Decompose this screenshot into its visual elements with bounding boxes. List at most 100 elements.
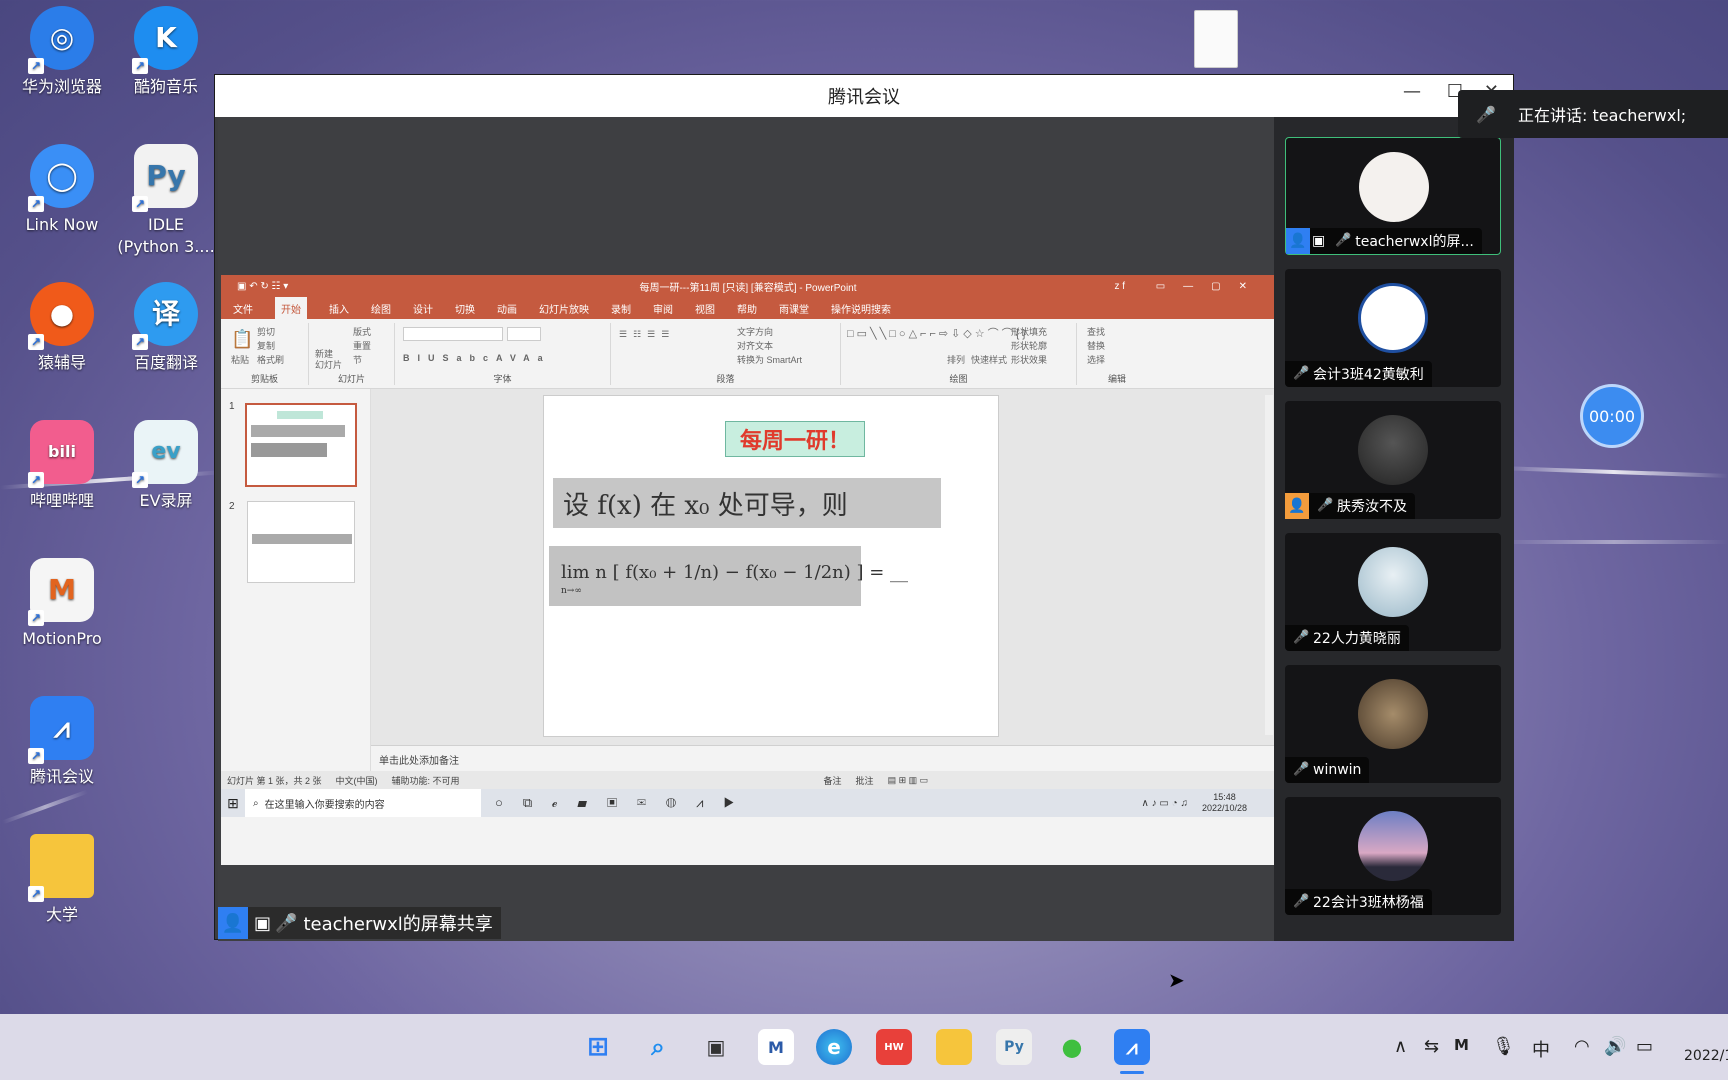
tab-transitions[interactable]: 切换 — [455, 301, 475, 316]
slide-thumbnail-1[interactable] — [245, 403, 357, 487]
tencent-meeting-taskbar-icon[interactable]: ⩘ — [1114, 1029, 1150, 1065]
save-icon[interactable]: ▣ ↶ ↻ ☷ ▾ — [237, 281, 288, 292]
notes-pane[interactable]: 单击此处添加备注 — [371, 745, 1275, 771]
format-painter-button[interactable]: 格式刷 — [257, 353, 284, 366]
desktop-icon-label: EV录屏 — [139, 491, 193, 510]
tray-mail-icon[interactable]: M — [1454, 1036, 1469, 1054]
shape-fill-button[interactable]: 形状填充 — [1011, 325, 1047, 338]
new-slide-button[interactable]: 新建 幻灯片 — [315, 349, 342, 371]
battery-icon[interactable]: ▭ — [1636, 1036, 1653, 1057]
tab-review[interactable]: 审阅 — [653, 301, 673, 316]
desktop-file-icon[interactable] — [1194, 10, 1238, 68]
participant-tile[interactable]: 👤 🎤 肤秀汝不及 — [1285, 401, 1501, 519]
notes-toggle[interactable]: 备注 — [824, 774, 842, 787]
shapes-gallery[interactable]: □▭╲╲□○△⌐⌐⇨⇩◇☆⌒⌒{} — [847, 327, 1026, 341]
tab-draw[interactable]: 绘图 — [371, 301, 391, 316]
desktop-icon-folder[interactable]: ↗ 大学 — [12, 834, 112, 926]
participant-tile[interactable]: 🎤 22会计3班林杨福 — [1285, 797, 1501, 915]
layout-button[interactable]: 版式 — [353, 325, 371, 338]
minimize-icon[interactable]: — — [1403, 81, 1421, 102]
paste-icon[interactable]: 📋 — [231, 329, 253, 350]
desktop-icon-idle[interactable]: Py ↗ IDLE (Python 3.... — [116, 144, 216, 258]
participant-tile[interactable]: 👤 ▣ 🎤 teacherwxl的屏... — [1285, 137, 1501, 255]
desktop-icon-link-now[interactable]: ◯ ↗ Link Now — [12, 144, 112, 236]
tab-animations[interactable]: 动画 — [497, 301, 517, 316]
tab-record[interactable]: 录制 — [611, 301, 631, 316]
ppt-user[interactable]: z f — [1114, 281, 1125, 292]
find-button[interactable]: 查找 — [1087, 325, 1105, 338]
desktop-icon-huawei-browser[interactable]: ◎ ↗ 华为浏览器 — [12, 6, 112, 98]
tab-rain-classroom[interactable]: 雨课堂 — [779, 301, 809, 316]
comments-toggle[interactable]: 批注 — [856, 774, 874, 787]
font-size-select[interactable] — [507, 327, 541, 341]
ppt-window-buttons[interactable]: ▭—▢✕ — [1156, 281, 1265, 292]
desktop-icon-ev[interactable]: ev ↗ EV录屏 — [116, 420, 216, 512]
desktop-icon-motionpro[interactable]: M ↗ MotionPro — [12, 558, 112, 650]
inner-clock[interactable]: 15:48 2022/10/28 — [1202, 792, 1247, 814]
reset-button[interactable]: 重置 — [353, 339, 371, 352]
participant-tile[interactable]: 🎤 22人力黄晓丽 — [1285, 533, 1501, 651]
replace-button[interactable]: 替换 — [1087, 339, 1105, 352]
ppt-statusbar: 幻灯片 第 1 张，共 2 张 中文(中国) 辅助功能: 不可用 备注 批注 ▤… — [221, 771, 1275, 789]
copy-button[interactable]: 复制 — [257, 339, 275, 352]
wifi-icon[interactable]: ◠ — [1574, 1036, 1590, 1057]
desktop-icon-kugou[interactable]: K ↗ 酷狗音乐 — [116, 6, 216, 98]
windows-start-icon[interactable]: ⊞ — [580, 1029, 616, 1065]
taskbar-date[interactable]: 2022/1 — [1684, 1048, 1728, 1064]
current-slide[interactable]: 每周一研！ 设 f(x) 在 x₀ 处可导，则 lim n [ f(x₀ + 1… — [543, 395, 999, 737]
search-icon[interactable]: ⌕ — [640, 1029, 676, 1065]
inner-tray-icons[interactable]: ∧ ♪ ▭ ◔ ♫ — [1142, 798, 1188, 809]
shape-effects-button[interactable]: 形状效果 — [1011, 353, 1047, 366]
participant-tile[interactable]: 🎤 winwin — [1285, 665, 1501, 783]
wechat-icon[interactable]: ● — [1054, 1029, 1090, 1065]
tab-design[interactable]: 设计 — [413, 301, 433, 316]
tab-insert[interactable]: 插入 — [329, 301, 349, 316]
shape-outline-button[interactable]: 形状轮廓 — [1011, 339, 1047, 352]
section-button[interactable]: 节 — [353, 353, 362, 366]
align-text-button[interactable]: 对齐文本 — [737, 339, 773, 352]
language-status[interactable]: 中文(中国) — [336, 774, 378, 787]
view-buttons[interactable]: ▤ ⊞ ▥ ▭ — [888, 775, 929, 786]
tab-view[interactable]: 视图 — [695, 301, 715, 316]
tab-file[interactable]: 文件 — [233, 301, 253, 316]
desktop-icon-bilibili[interactable]: bili ↗ 哔哩哔哩 — [12, 420, 112, 512]
recording-timer[interactable]: 00:00 — [1580, 384, 1644, 448]
select-button[interactable]: 选择 — [1087, 353, 1105, 366]
tray-expand-icon[interactable]: ∧ — [1394, 1036, 1407, 1057]
desktop-icon-baidu-translate[interactable]: 译 ↗ 百度翻译 — [116, 282, 216, 374]
python-idle-icon: Py ↗ — [132, 144, 198, 212]
group-label: 字体 — [493, 374, 512, 384]
smartart-button[interactable]: 转换为 SmartArt — [737, 353, 802, 366]
python-idle-taskbar-icon[interactable]: Py — [996, 1029, 1032, 1065]
participant-tile[interactable]: 🎤 会计3班42黄敏利 — [1285, 269, 1501, 387]
text-direction-button[interactable]: 文字方向 — [737, 325, 773, 338]
desktop-icon-tencent-meeting[interactable]: ⩘ ↗ 腾讯会议 — [12, 696, 112, 788]
arrange-button[interactable]: 排列 — [947, 353, 965, 366]
tray-settings-icon[interactable]: ⇆ — [1424, 1036, 1439, 1057]
file-explorer-icon[interactable] — [936, 1029, 972, 1065]
accessibility-status[interactable]: 辅助功能: 不可用 — [392, 774, 460, 787]
microphone-icon[interactable]: 🎙 — [1492, 1036, 1515, 1057]
huawei-appgallery-icon[interactable]: HW — [876, 1029, 912, 1065]
inner-search-box[interactable]: ⌕ 在这里输入你要搜索的内容 — [245, 789, 481, 817]
windows-start-icon[interactable]: ⊞ — [221, 795, 245, 812]
list-buttons[interactable]: ☰☷☰☰ — [619, 329, 675, 340]
tab-tell-me[interactable]: 操作说明搜索 — [831, 301, 891, 316]
tab-help[interactable]: 帮助 — [737, 301, 757, 316]
font-format-buttons[interactable]: BIUSabcAVAa — [403, 353, 551, 363]
tab-home[interactable]: 开始 — [275, 296, 307, 320]
mail-app-icon[interactable]: M — [758, 1029, 794, 1065]
ime-indicator[interactable]: 中 — [1532, 1036, 1550, 1062]
volume-icon[interactable]: 🔊 — [1604, 1036, 1626, 1057]
quick-styles-button[interactable]: 快速样式 — [971, 353, 1007, 366]
vertical-scrollbar[interactable] — [1265, 395, 1273, 735]
paste-button[interactable]: 粘贴 — [231, 353, 249, 366]
inner-taskbar-apps[interactable]: ○⧉ℯ▰▣✉◍⩘▶ — [495, 795, 754, 811]
font-name-select[interactable] — [403, 327, 503, 341]
tab-slideshow[interactable]: 幻灯片放映 — [539, 301, 589, 316]
desktop-icon-yuanfudao[interactable]: ● ↗ 猿辅导 — [12, 282, 112, 374]
cut-button[interactable]: 剪切 — [257, 325, 275, 338]
edge-browser-icon[interactable]: e — [816, 1029, 852, 1065]
task-view-icon[interactable]: ▣ — [698, 1029, 734, 1065]
slide-thumbnail-2[interactable] — [247, 501, 355, 583]
